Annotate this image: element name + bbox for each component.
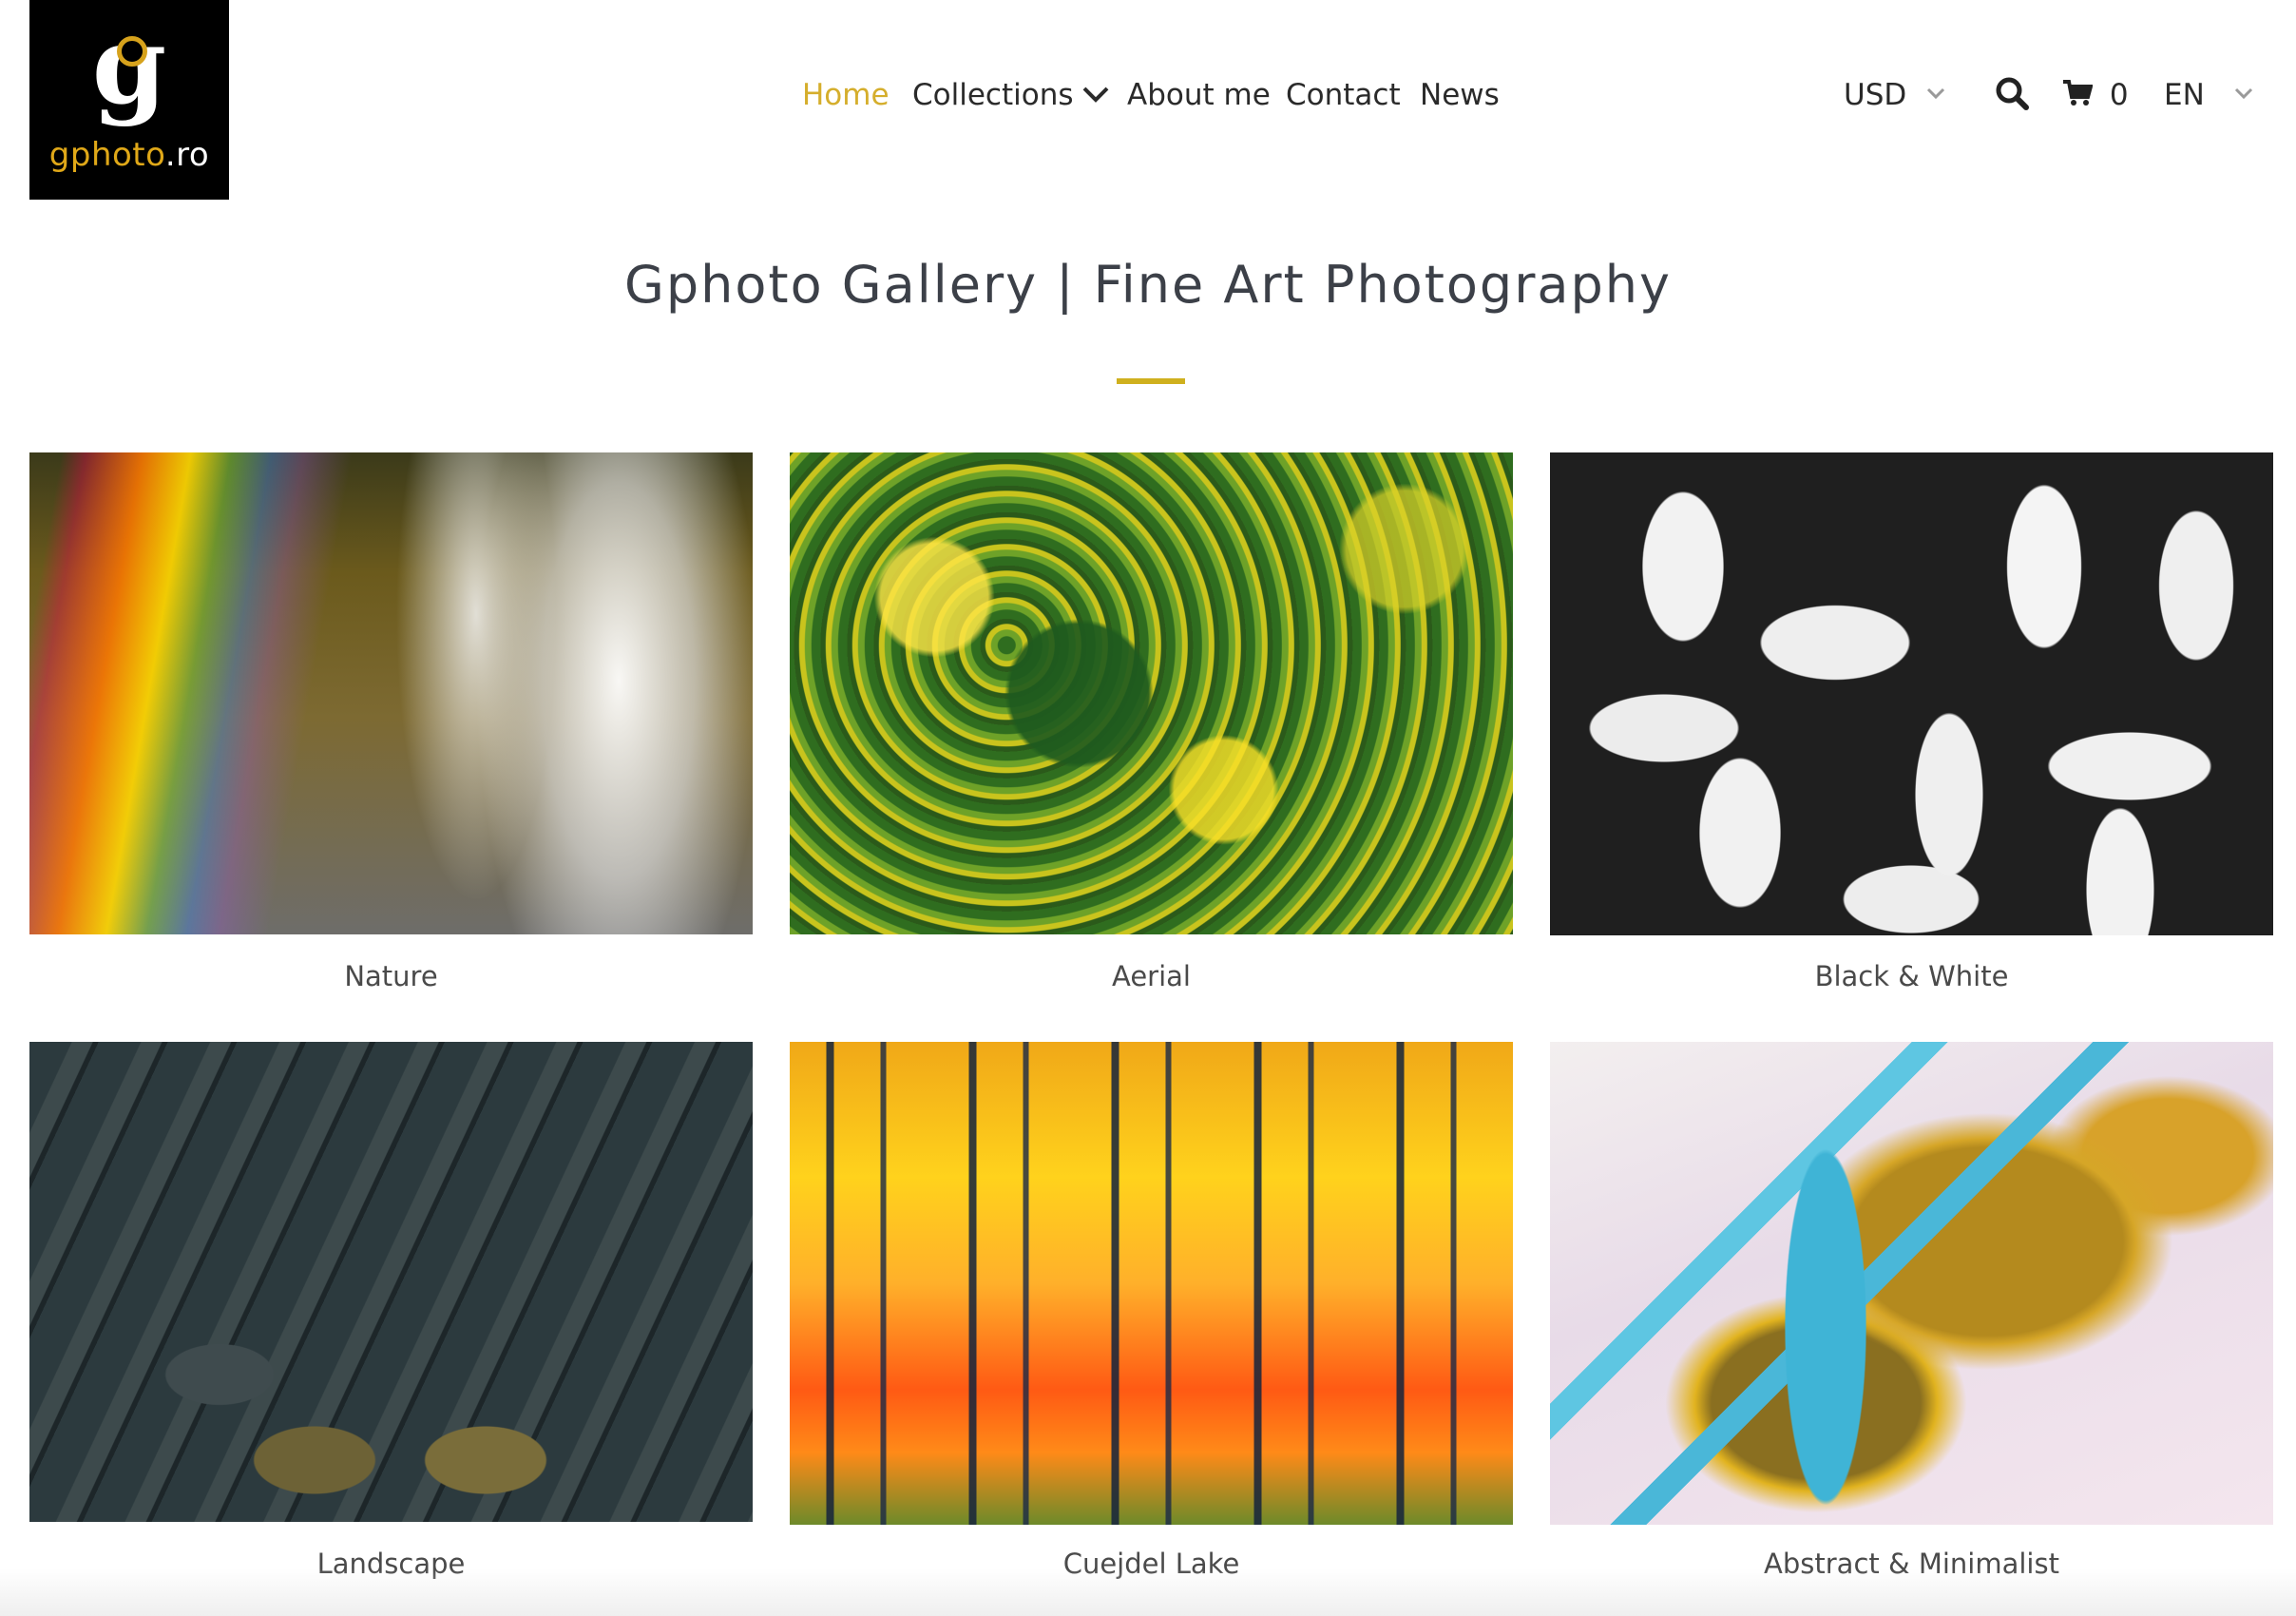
collection-label-aerial[interactable]: Aerial: [790, 960, 1513, 992]
logo-text-name: gphoto: [48, 136, 165, 174]
nav-item-news[interactable]: News: [1420, 78, 1500, 112]
chevron-down-icon: [2234, 87, 2252, 99]
chevron-down-icon: [1082, 87, 1108, 103]
collection-image-cuejdel-lake[interactable]: [790, 1042, 1513, 1525]
cart-count: 0: [2109, 78, 2129, 112]
collection-image-landscape[interactable]: [29, 1042, 753, 1522]
logo-text: gphoto.ro: [29, 139, 229, 171]
nav-item-contact[interactable]: Contact: [1286, 78, 1401, 112]
currency-selector[interactable]: USD: [1844, 78, 1946, 112]
search-button[interactable]: [1995, 76, 2029, 118]
cart-icon: [2063, 79, 2094, 106]
nav-item-about[interactable]: About me: [1127, 78, 1271, 112]
collection-label-black-white[interactable]: Black & White: [1550, 960, 2273, 992]
cart-button[interactable]: 0: [2062, 78, 2129, 112]
chevron-down-icon: [1927, 87, 1945, 99]
collection-image-aerial[interactable]: [790, 452, 1513, 934]
nav-item-collections[interactable]: Collections: [912, 78, 1110, 112]
collection-image-nature[interactable]: [29, 452, 753, 934]
nav-item-home[interactable]: Home: [802, 78, 890, 112]
collection-image-abstract-minimalist[interactable]: [1550, 1042, 2273, 1525]
search-icon: [1996, 77, 2029, 110]
main-nav: Home Collections About me Contact News: [0, 68, 2296, 125]
collection-image-black-white[interactable]: [1550, 452, 2273, 935]
page-title: Gphoto Gallery | Fine Art Photography: [624, 255, 1672, 315]
scroll-fade: [0, 1568, 2296, 1616]
title-divider: [1117, 378, 1185, 384]
logo-aperture-icon: [117, 36, 147, 67]
language-selector[interactable]: EN: [2164, 78, 2254, 112]
collection-label-nature[interactable]: Nature: [29, 960, 753, 992]
logo-text-domain: .ro: [164, 136, 210, 174]
currency-value: USD: [1844, 78, 1907, 112]
nav-item-collections-label: Collections: [912, 78, 1074, 112]
language-value: EN: [2164, 78, 2205, 112]
